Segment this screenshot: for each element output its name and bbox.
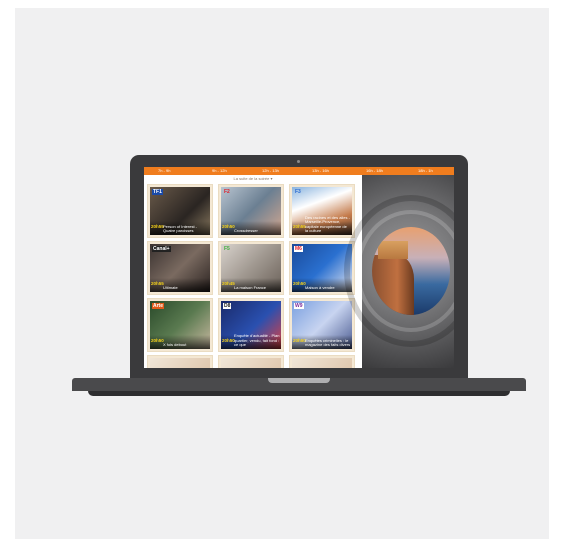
laptop-base-bottom — [88, 391, 510, 396]
time-slot[interactable]: 13h - 16h — [312, 168, 329, 174]
time-slot[interactable]: 9h - 12h — [212, 168, 227, 174]
program-card[interactable] — [147, 355, 213, 368]
program-card[interactable]: Canal+ 20h55 Ultimate — [147, 241, 213, 295]
program-title: Enquête d'actualité - Plan quartier, ven… — [234, 333, 280, 348]
channel-logo: Arte — [152, 303, 165, 309]
photo-lens-circle — [372, 227, 450, 315]
time-slot[interactable]: 18h - 1h — [418, 168, 433, 174]
program-thumbnail — [292, 358, 352, 368]
program-title: Person of Interest - Quatre paroisses — [163, 223, 198, 234]
program-card[interactable]: F5 20h45 La maison France — [218, 241, 284, 295]
program-title: Maison à vendre — [305, 285, 335, 291]
program-thumbnail — [221, 358, 281, 368]
channel-logo: F5 — [224, 246, 230, 252]
channel-logo: TF1 — [152, 189, 163, 195]
program-time: 20h50 — [222, 338, 235, 343]
section-subtitle[interactable]: La suite de la soirée ▾ — [144, 176, 362, 181]
webcam-icon — [297, 160, 300, 163]
program-grid: TF1 20h55 Person of Interest - Quatre pa… — [147, 184, 359, 368]
program-title: Crossdresser — [234, 228, 258, 234]
program-time: 20h50 — [151, 338, 164, 343]
program-time: 20h50 — [222, 224, 235, 229]
program-card[interactable]: TF1 20h55 Person of Interest - Quatre pa… — [147, 184, 213, 238]
channel-logo: W9 — [294, 303, 304, 309]
laptop-screen: 7h - 9h 9h - 12h 12h - 13h 13h - 16h 16h… — [144, 167, 454, 368]
program-title: Enquêtes criminelles : le magazine des f… — [305, 337, 351, 348]
featured-photo — [344, 175, 454, 368]
program-card[interactable] — [218, 355, 284, 368]
program-thumbnail — [150, 358, 210, 368]
program-title: X fois debout — [163, 342, 187, 348]
program-card[interactable]: F2 20h50 Crossdresser — [218, 184, 284, 238]
channel-logo: M6 — [294, 246, 303, 252]
laptop-notch — [268, 378, 330, 383]
program-title: Ultimate — [163, 285, 178, 291]
program-card[interactable]: W9 20h50 Enquêtes criminelles : le magaz… — [289, 298, 355, 352]
program-time: 20h55 — [293, 224, 306, 229]
channel-logo: F2 — [224, 189, 230, 195]
program-time: 20h55 — [151, 224, 164, 229]
channel-logo: D8 — [223, 303, 232, 309]
time-slot-bar: 7h - 9h 9h - 12h 12h - 13h 13h - 16h 16h… — [144, 167, 454, 175]
time-slot[interactable]: 7h - 9h — [158, 168, 170, 174]
time-slot[interactable]: 16h - 18h — [366, 168, 383, 174]
program-card[interactable]: F3 20h55 Des racines et des ailes - Mars… — [289, 184, 355, 238]
channel-logo: F3 — [295, 189, 301, 195]
program-card[interactable]: D8 20h50 Enquête d'actualité - Plan quar… — [218, 298, 284, 352]
program-time: 20h55 — [151, 281, 164, 286]
program-time: 20h50 — [293, 281, 306, 286]
program-title: La maison France — [234, 285, 267, 291]
channel-logo: Canal+ — [152, 246, 171, 252]
program-time: 20h45 — [222, 281, 235, 286]
program-time: 20h50 — [293, 338, 306, 343]
program-card[interactable] — [289, 355, 355, 368]
time-slot[interactable]: 12h - 13h — [262, 168, 279, 174]
program-card[interactable]: Arte 20h50 X fois debout — [147, 298, 213, 352]
program-title: Des racines et des ailes - Marseille-Pro… — [305, 214, 350, 234]
